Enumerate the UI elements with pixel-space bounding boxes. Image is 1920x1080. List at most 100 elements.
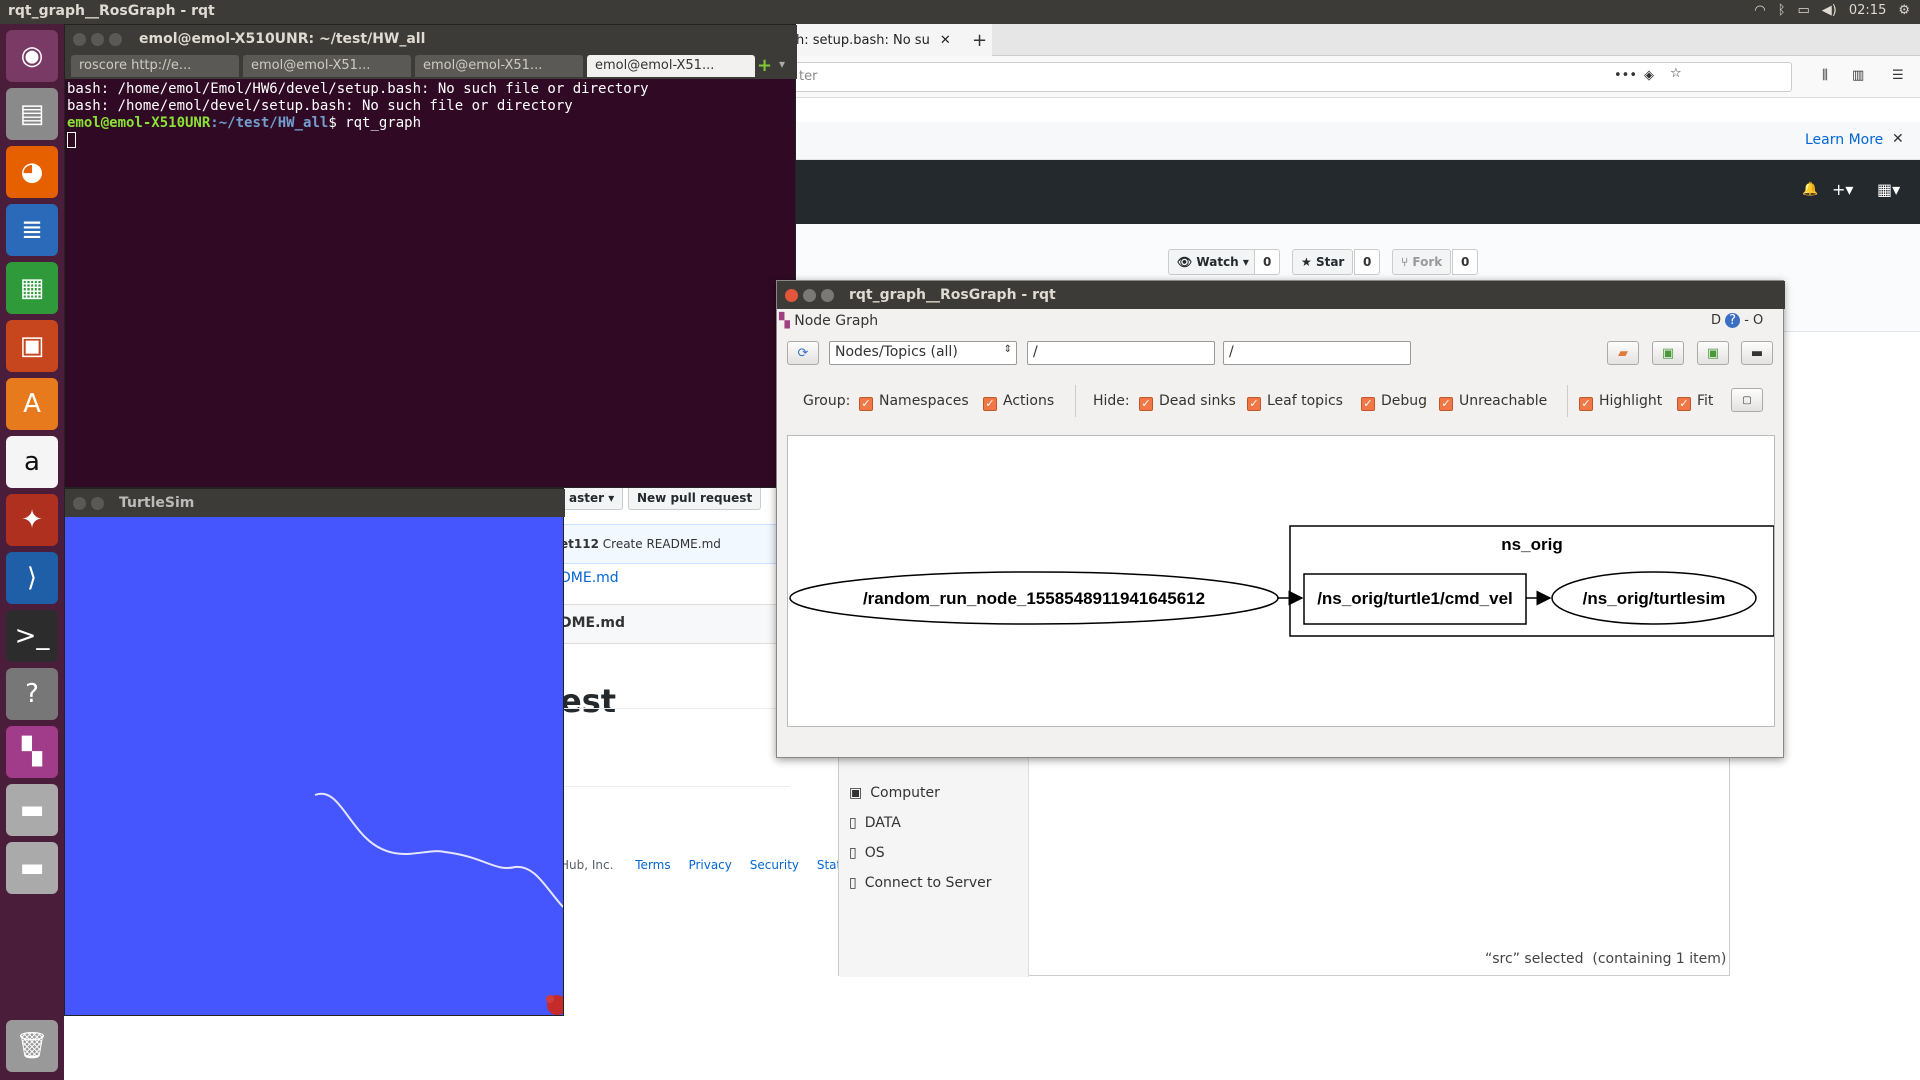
- commit-author[interactable]: et112: [560, 537, 599, 551]
- star-button[interactable]: ★ Star: [1292, 249, 1354, 275]
- new-tab-icon[interactable]: +: [757, 55, 772, 76]
- software-icon[interactable]: A: [6, 378, 58, 430]
- chevron-down-icon[interactable]: ▾: [779, 57, 785, 71]
- debug-checkbox[interactable]: ✓ Debug: [1361, 393, 1427, 411]
- impress-icon[interactable]: ▣: [6, 320, 58, 372]
- gear-icon[interactable]: ⚙: [1898, 3, 1910, 18]
- refresh-button[interactable]: ⟳: [787, 341, 819, 365]
- plus-icon[interactable]: +▾: [1832, 180, 1853, 199]
- save-image-button[interactable]: ▣: [1697, 341, 1729, 365]
- close-icon[interactable]: ✕: [940, 33, 951, 48]
- check-icon: ✓: [1139, 397, 1153, 411]
- close-icon[interactable]: ✕: [1892, 131, 1904, 147]
- learn-more-link[interactable]: Learn More: [1805, 132, 1883, 148]
- terminal-tab[interactable]: roscore http://e...: [71, 55, 239, 77]
- menu-icon[interactable]: ☰: [1892, 68, 1904, 83]
- sidebar-icon[interactable]: ▥: [1852, 68, 1864, 83]
- new-tab-icon[interactable]: +: [972, 30, 987, 51]
- unreachable-checkbox[interactable]: ✓ Unreachable: [1439, 393, 1547, 411]
- ubuntu-icon[interactable]: ◉: [6, 30, 58, 82]
- namespaces-checkbox[interactable]: ✓ Namespaces: [859, 393, 969, 411]
- vscode-icon[interactable]: ⟩: [6, 552, 58, 604]
- avatar[interactable]: ▦▾: [1877, 180, 1900, 199]
- dock-button[interactable]: D: [1711, 313, 1721, 328]
- sidebar-item-computer[interactable]: ▣ Computer: [849, 785, 940, 801]
- graph-canvas[interactable]: ns_orig /random_run_node_155854891194164…: [787, 435, 1775, 727]
- terminal-window: emol@emol-X510UNR: ~/test/HW_all roscore…: [64, 24, 797, 488]
- pocket-icon[interactable]: ◈: [1644, 68, 1654, 83]
- star-label: Star: [1315, 255, 1345, 269]
- new-pull-request-button[interactable]: New pull request: [628, 486, 762, 510]
- fit-view-button[interactable]: ▢: [1731, 388, 1763, 412]
- wifi-icon[interactable]: ◠: [1754, 3, 1765, 18]
- sidebar-item-data[interactable]: ▯ DATA: [849, 815, 901, 831]
- branch-select[interactable]: aster ▾: [560, 486, 624, 510]
- library-icon[interactable]: ⫼: [1822, 68, 1828, 83]
- terminal-icon[interactable]: >_: [6, 610, 58, 662]
- more-icon[interactable]: •••: [1614, 68, 1637, 83]
- help-icon[interactable]: ?: [1725, 313, 1741, 328]
- commit-message[interactable]: Create README.md: [603, 537, 721, 551]
- star-count[interactable]: 0: [1354, 249, 1381, 275]
- load-button[interactable]: ▰: [1607, 341, 1639, 365]
- close-icon[interactable]: O: [1753, 313, 1763, 328]
- volume-icon[interactable]: ◀): [1822, 3, 1837, 18]
- url-bar[interactable]: ter: [792, 62, 1792, 92]
- help-icon[interactable]: ?: [6, 668, 58, 720]
- terminal-tab[interactable]: emol@emol-X51...: [243, 55, 411, 77]
- drive2-icon[interactable]: ▬: [6, 842, 58, 894]
- firefox-icon[interactable]: ◕: [6, 146, 58, 198]
- writer-icon[interactable]: ≣: [6, 204, 58, 256]
- topic-filter-input[interactable]: /: [1223, 341, 1411, 365]
- close-icon[interactable]: [73, 33, 86, 46]
- minimize-icon[interactable]: [91, 33, 104, 46]
- minimize-icon[interactable]: [803, 289, 816, 302]
- calc-icon[interactable]: ▦: [6, 262, 58, 314]
- files-icon[interactable]: ▤: [6, 88, 58, 140]
- watch-button[interactable]: 👁 Watch ▾: [1168, 249, 1258, 275]
- folder-icon: ▰: [1618, 345, 1628, 361]
- watch-count[interactable]: 0: [1254, 249, 1281, 275]
- footer-link-privacy[interactable]: Privacy: [688, 858, 731, 872]
- workspaces-icon[interactable]: ▚: [6, 726, 58, 778]
- battery-icon[interactable]: ▭: [1798, 3, 1810, 18]
- minimize-icon[interactable]: -: [1744, 313, 1749, 328]
- fork-count[interactable]: 0: [1452, 249, 1479, 275]
- dead-sinks-checkbox[interactable]: ✓ Dead sinks: [1139, 393, 1236, 411]
- save-dot-button[interactable]: ▣: [1652, 341, 1684, 365]
- fork-button[interactable]: ⑂ Fork: [1392, 249, 1452, 275]
- fit-checkbox[interactable]: ✓ Fit: [1677, 393, 1713, 411]
- node-filter-input[interactable]: /: [1027, 341, 1215, 365]
- bell-icon[interactable]: 🔔: [1802, 182, 1818, 197]
- leaf-topics-checkbox[interactable]: ✓ Leaf topics: [1247, 393, 1343, 411]
- close-icon[interactable]: [73, 497, 86, 510]
- star-icon[interactable]: ☆: [1670, 66, 1682, 81]
- maximize-icon[interactable]: [821, 289, 834, 302]
- actions-checkbox[interactable]: ✓ Actions: [983, 393, 1054, 411]
- graph-mode-select[interactable]: Nodes/Topics (all) ⇕: [829, 341, 1017, 365]
- terminal-tab-active[interactable]: emol@emol-X51...: [587, 55, 755, 77]
- trash-icon[interactable]: 🗑: [6, 1020, 58, 1072]
- sidebar-item-connect-server[interactable]: ▯ Connect to Server: [849, 875, 991, 891]
- settings-icon[interactable]: ✦: [6, 494, 58, 546]
- highlight-checkbox[interactable]: ✓ Highlight: [1579, 393, 1662, 411]
- drive-icon[interactable]: ▬: [6, 784, 58, 836]
- amazon-icon[interactable]: a: [6, 436, 58, 488]
- footer-link-security[interactable]: Security: [750, 858, 799, 872]
- terminal-tab[interactable]: emol@emol-X51...: [415, 55, 583, 77]
- clock[interactable]: 02:15: [1849, 3, 1886, 18]
- maximize-icon[interactable]: [109, 33, 122, 46]
- browser-tab[interactable]: h: setup.bash: No su ✕: [792, 24, 992, 56]
- terminal-output[interactable]: bash: /home/emol/Emol/HW6/devel/setup.ba…: [67, 81, 795, 485]
- file-link[interactable]: DME.md: [560, 570, 619, 586]
- bluetooth-icon[interactable]: ᛒ: [1778, 3, 1786, 18]
- close-icon[interactable]: [785, 289, 798, 302]
- divider: [1075, 385, 1076, 417]
- sidebar-item-label: DATA: [864, 815, 901, 831]
- minimize-icon[interactable]: [91, 497, 104, 510]
- footer-link-terms[interactable]: Terms: [635, 858, 670, 872]
- sidebar-item-os[interactable]: ▯ OS: [849, 845, 885, 861]
- check-icon: ✓: [983, 397, 997, 411]
- plugin-title: ▚ Node Graph: [779, 313, 878, 329]
- screenshot-button[interactable]: ▬: [1741, 341, 1773, 365]
